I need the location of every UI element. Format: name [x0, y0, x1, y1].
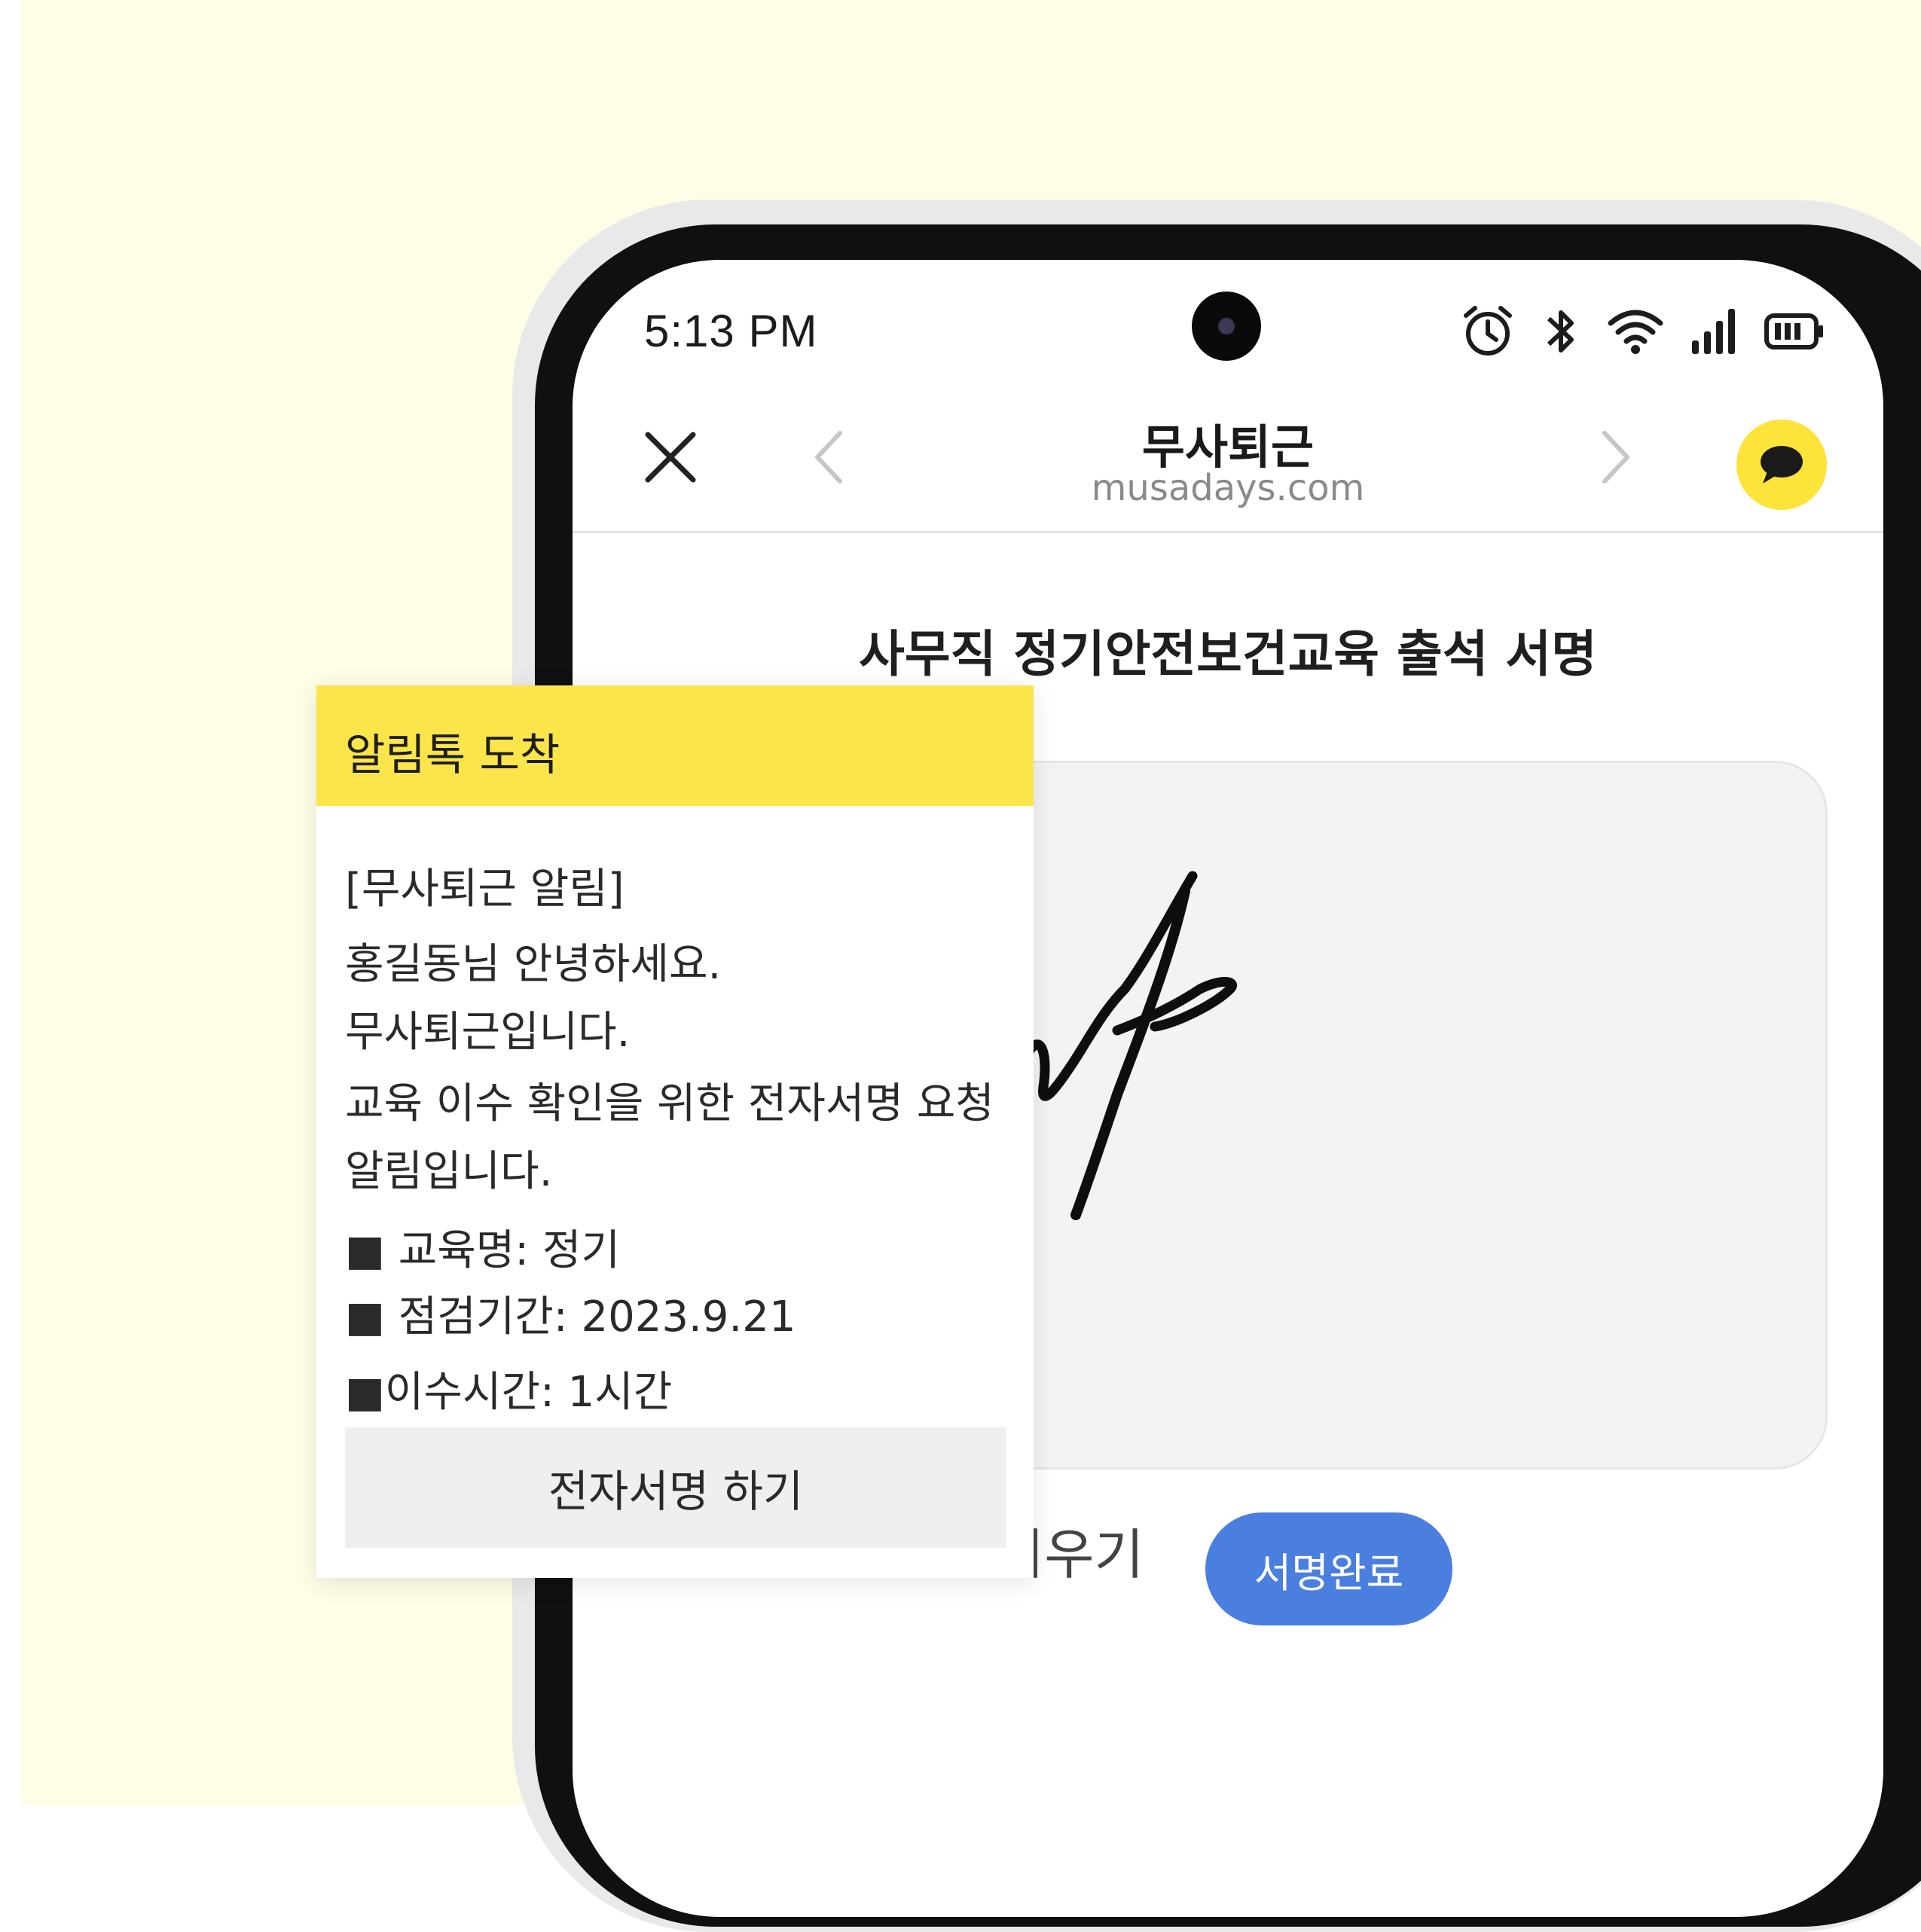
kakaotalk-button[interactable]	[1736, 420, 1827, 510]
signal-icon	[1692, 309, 1735, 354]
front-camera	[1192, 291, 1261, 361]
notification-header-text: 알림톡 도착	[345, 729, 560, 780]
battery-icon	[1764, 313, 1823, 349]
site-url: musadays.com	[1091, 467, 1365, 509]
alimtalk-notification-card: 알림톡 도착 [무사퇴근 알림] 홍길동님 안녕하세요. 무사퇴근입니다. 교육…	[316, 685, 1034, 1578]
status-icons	[1460, 304, 1825, 359]
alarm-icon	[1464, 306, 1512, 356]
notification-line: 무사퇴근입니다.	[345, 1008, 631, 1057]
notification-header: 알림톡 도착	[316, 685, 1034, 806]
notification-line: [무사퇴근 알림]	[345, 865, 625, 914]
notification-line: 교육 이수 확인을 위한 전자서명 요청	[345, 1079, 994, 1128]
status-bar: 5:13 PM	[573, 260, 1883, 388]
bluetooth-icon	[1547, 310, 1574, 353]
wifi-icon	[1608, 310, 1663, 354]
kakaotalk-icon	[1761, 446, 1803, 484]
signature-complete-button[interactable]: 서명완료	[1205, 1512, 1452, 1625]
notification-line: 홍길동님 안녕하세요.	[345, 940, 722, 989]
chevron-right-icon[interactable]	[1593, 427, 1638, 487]
e-signature-button[interactable]: 전자서명 하기	[345, 1427, 1006, 1548]
notification-line: 알림입니다.	[345, 1147, 553, 1196]
page-title: 사무직 정기안전보건교육 출석 서명	[859, 625, 1597, 683]
status-time: 5:13 PM	[644, 306, 818, 356]
notification-line: ■이수시간: 1시간	[345, 1368, 673, 1417]
notification-line: ■ 교육명: 정기	[345, 1226, 620, 1275]
notification-line: ■ 점검기간: 2023.9.21	[345, 1293, 796, 1341]
browser-nav-bar: 무사퇴근 musadays.com	[573, 388, 1883, 533]
